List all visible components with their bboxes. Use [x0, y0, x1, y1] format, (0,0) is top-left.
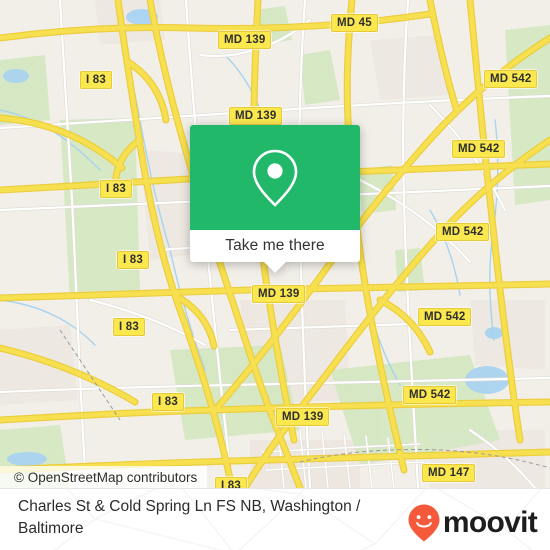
road-shield: MD 139: [218, 31, 272, 49]
take-me-there-button[interactable]: Take me there: [190, 230, 360, 262]
location-popup-card[interactable]: Take me there: [190, 125, 360, 273]
popup-pointer-tail: [264, 262, 286, 273]
road-shield: MD 542: [452, 140, 506, 158]
road-shield: MD 45: [331, 14, 378, 32]
road-shield: MD 542: [418, 308, 472, 326]
map-attribution[interactable]: © OpenStreetMap contributors: [0, 466, 208, 488]
road-shield: I 83: [117, 251, 149, 269]
road-shield: MD 542: [436, 223, 490, 241]
road-shield: MD 139: [229, 107, 283, 125]
attribution-text: © OpenStreetMap contributors: [14, 469, 198, 485]
road-shield: MD 542: [403, 386, 457, 404]
road-shield: MD 139: [252, 285, 306, 303]
map-pin-icon: [252, 149, 298, 207]
road-shield: I 83: [215, 477, 247, 488]
map-canvas[interactable]: .rdM { stroke:#f7e04f; stroke-linecap:ro…: [0, 0, 550, 488]
moovit-smiley-pin-icon: [408, 504, 440, 542]
road-shield: MD 147: [422, 464, 476, 482]
moovit-logo[interactable]: moovit: [407, 503, 538, 543]
road-shield: I 83: [100, 180, 132, 198]
map-page: .rdM { stroke:#f7e04f; stroke-linecap:ro…: [0, 0, 550, 550]
popup-header: [190, 125, 360, 230]
moovit-wordmark: moovit: [442, 506, 538, 539]
page-title: Charles St & Cold Spring Ln FS NB, Washi…: [18, 498, 361, 537]
road-shield: I 83: [152, 393, 184, 411]
road-shield: I 83: [113, 318, 145, 336]
page-footer: Charles St & Cold Spring Ln FS NB, Washi…: [0, 488, 550, 550]
take-me-there-label: Take me there: [225, 237, 325, 254]
road-shield: MD 542: [484, 70, 538, 88]
road-shield: I 83: [80, 71, 112, 89]
road-shield: MD 139: [276, 408, 330, 426]
